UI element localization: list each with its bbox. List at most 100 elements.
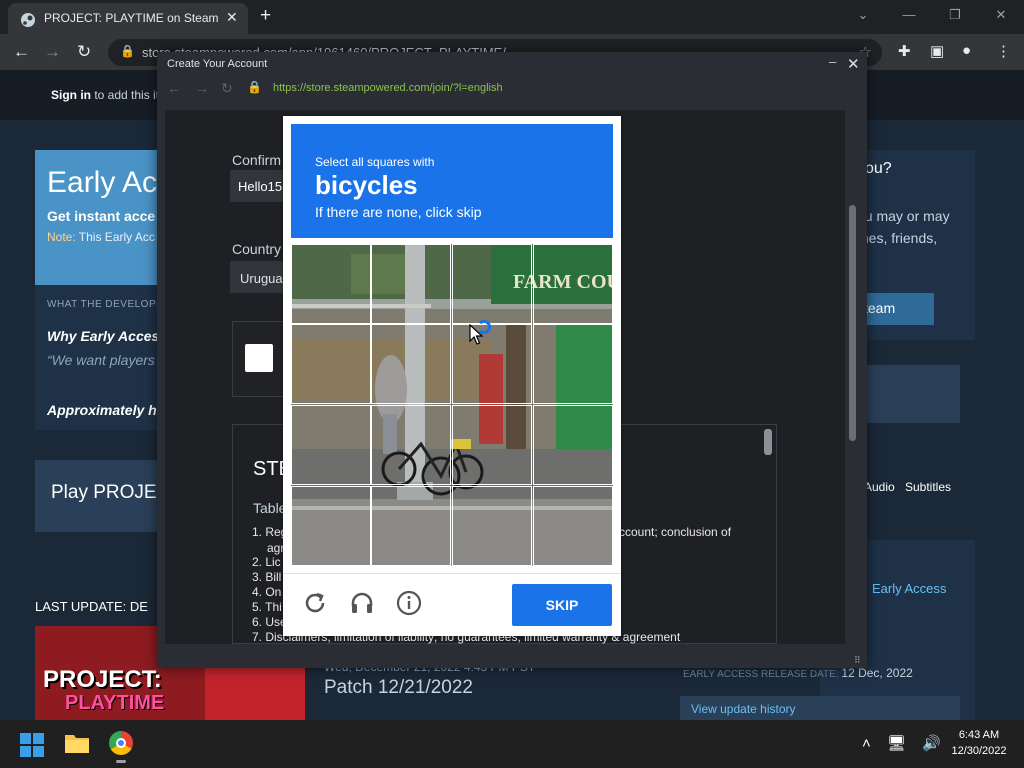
skip-label: SKIP — [545, 597, 579, 613]
minimize-icon[interactable]: — — [886, 0, 932, 34]
agreement-item: 4. On — [252, 585, 282, 599]
confirm-email-value: Hello15 — [238, 179, 283, 194]
reload-page-icon[interactable]: ↻ — [77, 42, 91, 62]
agreement-item: 2. Lic — [252, 555, 281, 569]
recaptcha-checkbox[interactable] — [245, 344, 273, 372]
agreement-item: 6. Use — [252, 615, 287, 629]
grid-tile[interactable] — [371, 324, 451, 404]
why-early-access: Why Early Access — [47, 328, 168, 344]
back-icon[interactable]: ← — [13, 42, 30, 62]
grid-tile[interactable] — [452, 405, 532, 485]
chrome-taskbar-icon[interactable] — [109, 731, 133, 755]
popup-title: Create Your Account — [167, 58, 268, 70]
file-explorer-icon[interactable] — [64, 732, 90, 754]
challenge-target-word: bicycles — [315, 170, 418, 200]
active-app-indicator — [116, 760, 126, 763]
challenge-instruction: Select all squares with — [315, 155, 435, 169]
mouse-cursor-icon — [469, 324, 484, 345]
grid-tile[interactable] — [291, 486, 371, 566]
challenge-skip-hint: If there are none, click skip — [315, 204, 482, 220]
grid-tile[interactable] — [371, 244, 451, 324]
game-logo-line2: PLAYTIME — [65, 692, 165, 714]
grid-tile[interactable] — [291, 405, 371, 485]
start-windows-icon[interactable] — [20, 733, 44, 757]
country-label: Country — [232, 241, 282, 257]
popup-lock-icon: 🔒 — [247, 80, 262, 94]
headphones-icon[interactable] — [349, 590, 375, 616]
country-value: Urugua — [240, 271, 283, 286]
steam-favicon-icon — [21, 13, 35, 27]
profile-icon[interactable]: ● — [962, 42, 971, 59]
agreement-item-tail: ccount; conclusion of — [619, 525, 732, 539]
view-update-history-label: View update history — [691, 702, 796, 716]
update-title[interactable]: Patch 12/21/2022 — [324, 677, 473, 699]
last-update-heading: LAST UPDATE: DE — [35, 599, 148, 614]
early-access-tag-link[interactable]: Early Access — [872, 581, 946, 596]
language-audio-header: Audio — [864, 480, 895, 494]
grid-tile[interactable] — [533, 244, 613, 324]
popup-close-icon[interactable]: ✕ — [847, 55, 860, 73]
agreement-item-continued: agr — [267, 541, 285, 555]
view-update-history-button[interactable]: View update history — [680, 696, 960, 720]
signin-prompt: Sign in to add this it — [51, 88, 159, 102]
browser-tab[interactable]: PROJECT: PLAYTIME on Steam ✕ — [8, 3, 248, 34]
menu-kebab-icon[interactable]: ⋮ — [996, 42, 1011, 60]
play-title: Play PROJE — [51, 482, 157, 503]
resize-grip-icon[interactable]: ⠿ — [854, 655, 861, 666]
forward-icon[interactable]: → — [44, 42, 61, 62]
chrome-center — [116, 738, 126, 748]
grid-tile[interactable] — [533, 405, 613, 485]
restore-icon[interactable]: ❐ — [932, 0, 978, 34]
windows-taskbar: ˄ 🖥 🔊 6:43 AM 12/30/2022 — [0, 720, 1024, 768]
recaptcha-challenge: Select all squares with bicycles If ther… — [283, 116, 621, 636]
new-tab-icon[interactable]: + — [260, 5, 271, 27]
clock-time[interactable]: 6:43 AM — [944, 729, 1014, 741]
agreement-scrollbar[interactable] — [764, 429, 772, 455]
signin-link[interactable]: Sign in — [51, 88, 91, 102]
grid-tile[interactable] — [533, 324, 613, 404]
release-label: EARLY ACCESS RELEASE DATE: — [683, 669, 839, 680]
popup-back-icon[interactable]: ← — [167, 80, 181, 96]
reload-icon[interactable] — [302, 590, 328, 616]
grid-tile[interactable] — [452, 244, 532, 324]
grid-tile[interactable] — [291, 244, 371, 324]
grid-tile[interactable] — [291, 324, 371, 404]
signin-rest: to add this it — [91, 88, 160, 102]
image-grid: FARM COUN — [291, 244, 613, 566]
popup-scroll-thumb[interactable] — [849, 205, 856, 441]
lock-icon: 🔒 — [120, 44, 135, 58]
language-subtitles-header: Subtitles — [905, 480, 952, 494]
system-tray-icons[interactable]: ˄ 🖥 🔊 — [862, 734, 947, 752]
grid-tile[interactable] — [371, 486, 451, 566]
popup-forward-icon[interactable]: → — [195, 80, 209, 96]
window-close-icon[interactable]: ✕ — [978, 0, 1024, 34]
challenge-footer: SKIP — [283, 573, 621, 636]
grid-tile[interactable] — [371, 405, 451, 485]
early-access-title: Early Ac — [47, 166, 158, 199]
window-controls: ⌄ — ❐ ✕ — [840, 0, 1024, 34]
challenge-header: Select all squares with bicycles If ther… — [291, 124, 613, 238]
release-date: 12 Dec, 2022 — [841, 666, 913, 680]
right-heading: ou? — [865, 160, 892, 177]
side-panel-icon[interactable]: ▣ — [930, 42, 944, 60]
approx-heading: Approximately ho — [47, 402, 166, 418]
popup-url: https://store.steampowered.com/join/?l=e… — [273, 82, 503, 94]
game-logo-line1: PROJECT: — [43, 666, 162, 693]
info-icon[interactable] — [396, 590, 422, 616]
browser-tab-strip: PROJECT: PLAYTIME on Steam ✕ + ⌄ — ❐ ✕ — [0, 0, 1024, 34]
tab-close-icon[interactable]: ✕ — [226, 9, 238, 26]
popup-reload-icon[interactable]: ↻ — [221, 80, 233, 97]
grid-tile[interactable] — [452, 324, 532, 404]
grid-tile[interactable] — [533, 486, 613, 566]
right-text: ou may or may mes, friends, — [857, 208, 950, 246]
clock-date[interactable]: 12/30/2022 — [944, 745, 1014, 757]
popup-scrollbar[interactable] — [845, 110, 859, 644]
grid-tile[interactable] — [452, 486, 532, 566]
extensions-icon[interactable]: ✚ — [898, 42, 911, 60]
install-steam-label: team — [864, 300, 896, 316]
popup-minimize-icon[interactable]: – — [829, 54, 836, 69]
note-label: Note: — [47, 230, 76, 244]
skip-button[interactable]: SKIP — [512, 584, 612, 626]
table-of-contents-label: Table — [253, 500, 287, 516]
tab-search-chevron-icon[interactable]: ⌄ — [840, 0, 886, 34]
